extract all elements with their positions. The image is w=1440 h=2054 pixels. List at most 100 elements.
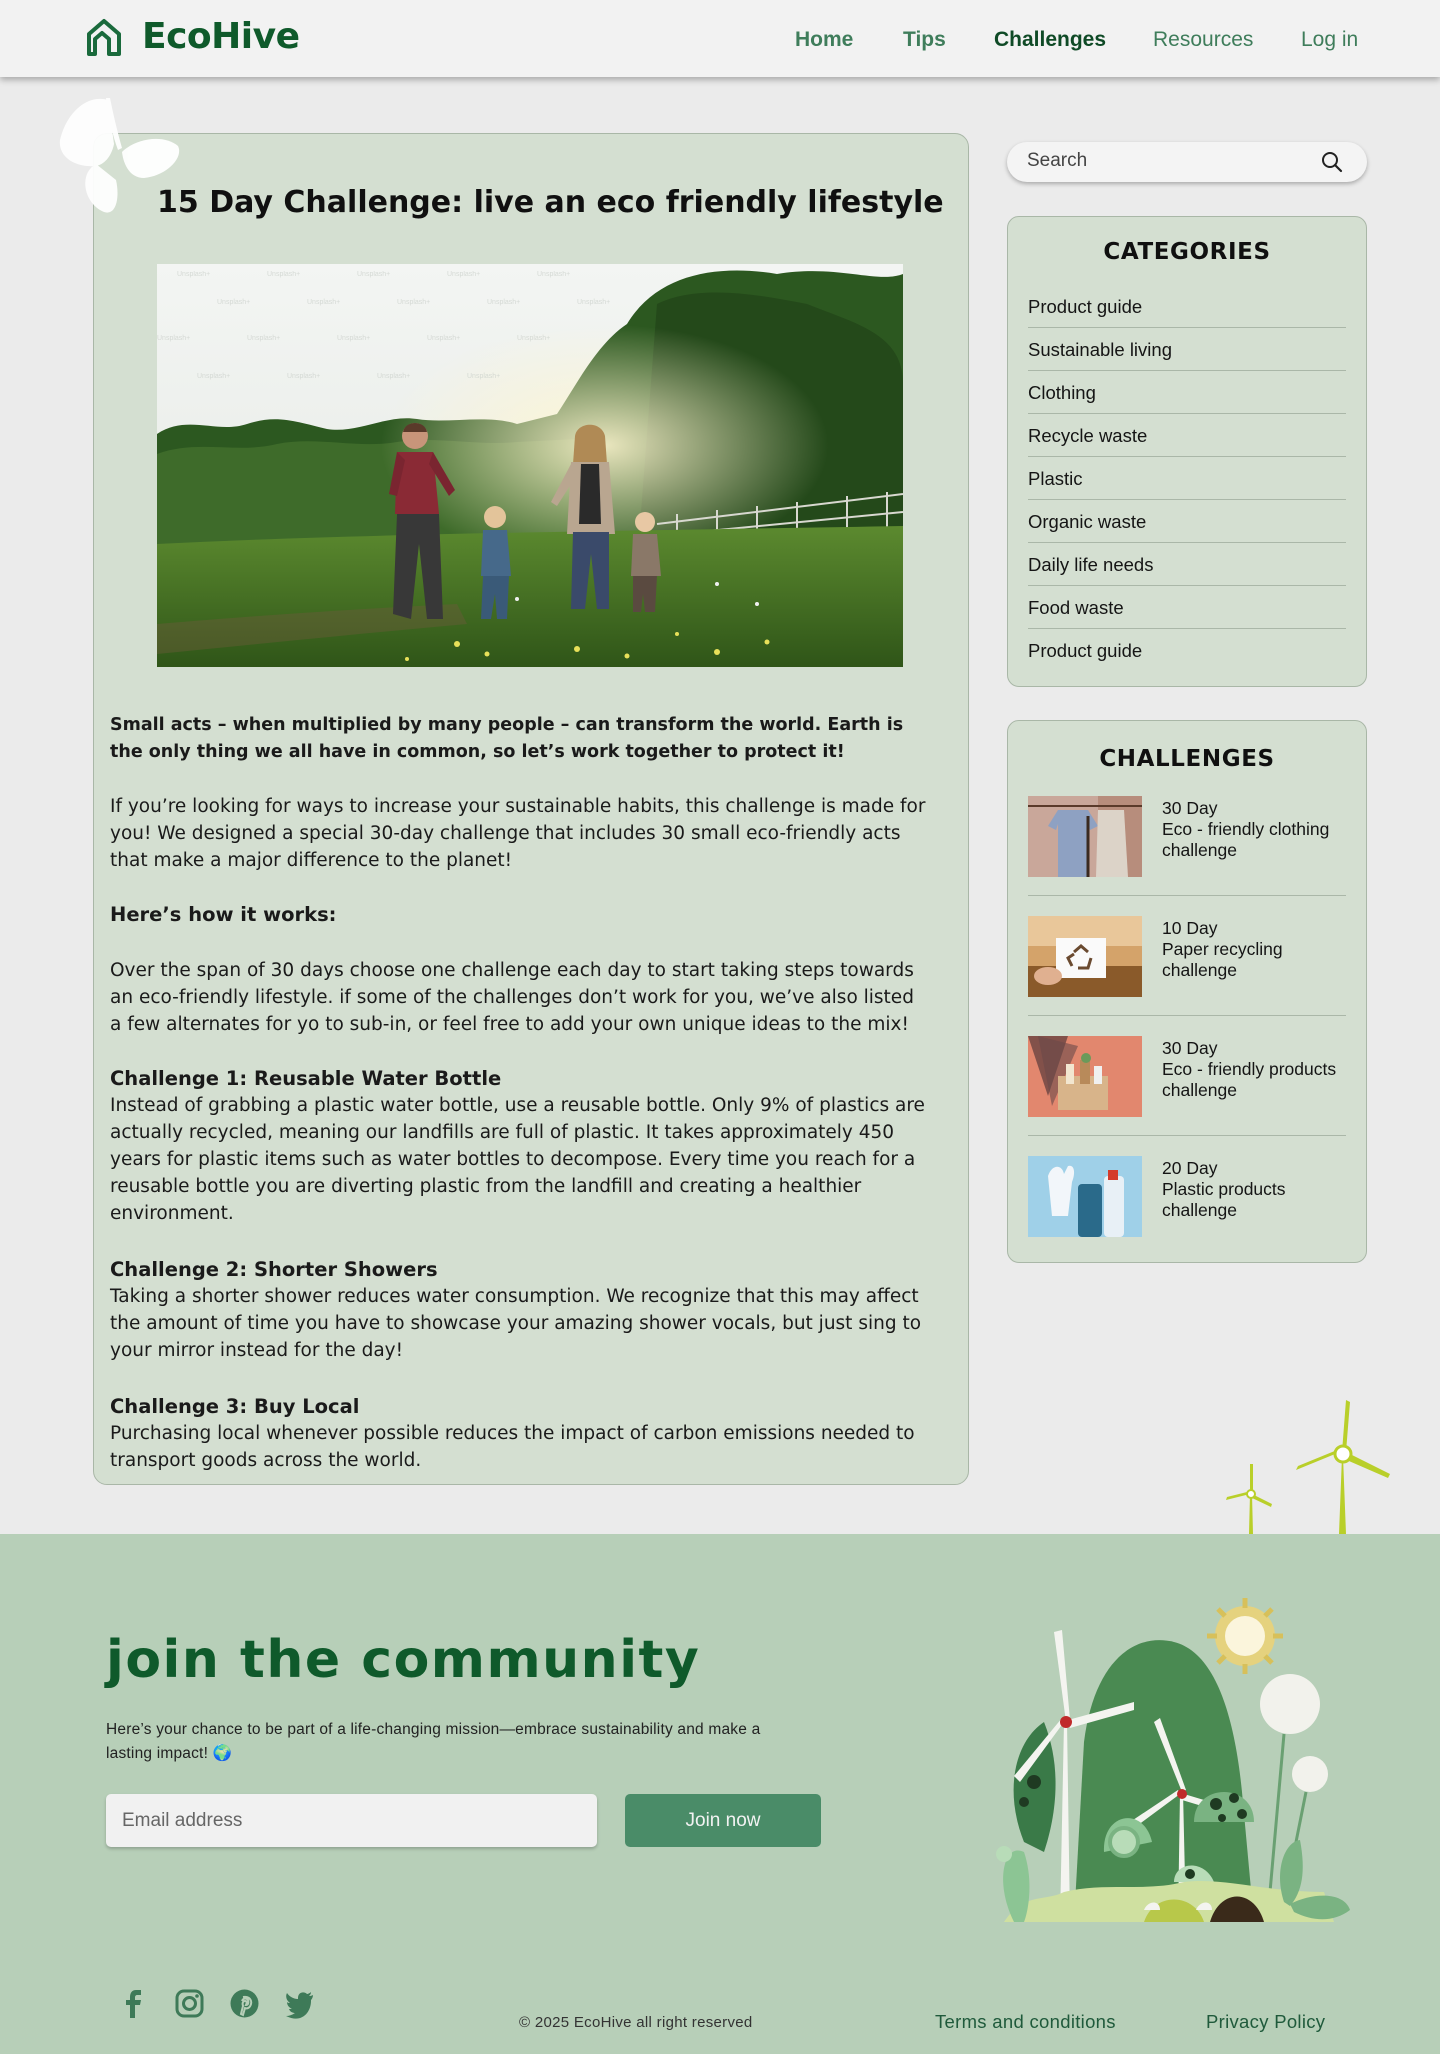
svg-text:Unsplash+: Unsplash+ bbox=[307, 299, 340, 306]
privacy-link[interactable]: Privacy Policy bbox=[1206, 2011, 1325, 2033]
eco-products-thumbnail bbox=[1028, 1036, 1142, 1117]
categories-title: CATEGORIES bbox=[1103, 239, 1271, 265]
category-item[interactable]: Recycle waste bbox=[1028, 414, 1346, 457]
category-item[interactable]: Organic waste bbox=[1028, 500, 1346, 543]
challenges-panel: CHALLENGES 30 Day Eco - friendly clothin… bbox=[1007, 720, 1367, 1263]
challenge-section: Challenge 2: Shorter Showers Taking a sh… bbox=[110, 1256, 930, 1364]
challenge-days: 30 Day bbox=[1162, 1038, 1218, 1058]
email-field[interactable] bbox=[106, 1794, 597, 1847]
svg-text:Unsplash+: Unsplash+ bbox=[397, 299, 430, 306]
instagram-icon[interactable] bbox=[173, 1987, 206, 2020]
article-title: 15 Day Challenge: live an eco friendly l… bbox=[157, 185, 944, 220]
categories-panel: CATEGORIES Product guide Sustainable liv… bbox=[1007, 216, 1367, 687]
how-it-works-text: Over the span of 30 days choose one chal… bbox=[110, 960, 914, 1035]
challenge-text: Purchasing local whenever possible reduc… bbox=[110, 1423, 915, 1471]
eco-illustration bbox=[996, 1598, 1350, 1922]
svg-text:Unsplash+: Unsplash+ bbox=[447, 271, 480, 278]
join-now-button[interactable]: Join now bbox=[625, 1794, 821, 1847]
copyright-text: © 2025 EcoHive all right reserved bbox=[519, 2014, 753, 2031]
search-input[interactable] bbox=[1027, 150, 1307, 172]
challenge-suffix: challenge bbox=[1162, 1200, 1237, 1220]
plastic-products-thumbnail bbox=[1028, 1156, 1142, 1237]
svg-text:Unsplash+: Unsplash+ bbox=[537, 271, 570, 278]
challenge-name: Plastic products bbox=[1162, 1179, 1286, 1199]
category-item[interactable]: Clothing bbox=[1028, 371, 1346, 414]
challenge-name: Eco - friendly clothing bbox=[1162, 819, 1330, 839]
site-footer: join the community Here’s your chance to… bbox=[0, 1534, 1440, 2054]
category-item[interactable]: Plastic bbox=[1028, 457, 1346, 500]
social-links bbox=[118, 1987, 316, 2020]
brand-logo[interactable]: EcoHive bbox=[86, 16, 300, 57]
facebook-icon[interactable] bbox=[118, 1987, 151, 2020]
category-item[interactable]: Product guide bbox=[1028, 285, 1346, 328]
search-icon[interactable] bbox=[1321, 151, 1343, 173]
svg-text:Unsplash+: Unsplash+ bbox=[427, 335, 460, 342]
nav-tips[interactable]: Tips bbox=[903, 28, 946, 52]
twitter-icon[interactable] bbox=[283, 1987, 316, 2020]
svg-text:Unsplash+: Unsplash+ bbox=[217, 299, 250, 306]
nav-home[interactable]: Home bbox=[795, 28, 853, 52]
category-item[interactable]: Food waste bbox=[1028, 586, 1346, 629]
challenge-card-products[interactable]: 30 Day Eco - friendly products challenge bbox=[1028, 1036, 1346, 1136]
category-item[interactable]: Sustainable living bbox=[1028, 328, 1346, 371]
challenge-suffix: challenge bbox=[1162, 960, 1237, 980]
challenge-card-text: 20 Day Plastic products challenge bbox=[1162, 1158, 1362, 1221]
challenge-card-text: 30 Day Eco - friendly products challenge bbox=[1162, 1038, 1362, 1101]
pinterest-icon[interactable] bbox=[228, 1987, 261, 2020]
article-body: Small acts – when multiplied by many peo… bbox=[110, 712, 930, 1484]
svg-text:Unsplash+: Unsplash+ bbox=[487, 299, 520, 306]
article-intro: If you’re looking for ways to increase y… bbox=[110, 796, 926, 871]
community-subtext: Here’s your chance to be part of a life-… bbox=[106, 1721, 761, 1762]
svg-text:Unsplash+: Unsplash+ bbox=[267, 271, 300, 278]
category-item[interactable]: Daily life needs bbox=[1028, 543, 1346, 586]
challenge-name: Paper recycling bbox=[1162, 939, 1283, 959]
clothing-thumbnail bbox=[1028, 796, 1142, 877]
challenge-days: 10 Day bbox=[1162, 918, 1218, 938]
search-bar bbox=[1007, 142, 1367, 182]
challenge-text: Instead of grabbing a plastic water bott… bbox=[110, 1095, 925, 1224]
challenge-days: 30 Day bbox=[1162, 798, 1218, 818]
nav-login[interactable]: Log in bbox=[1301, 28, 1358, 52]
challenge-suffix: challenge bbox=[1162, 840, 1237, 860]
challenges-title: CHALLENGES bbox=[1099, 746, 1275, 772]
site-header: EcoHive Home Tips Challenges Resources L… bbox=[0, 0, 1440, 77]
svg-text:Unsplash+: Unsplash+ bbox=[577, 299, 610, 306]
article-card: 15 Day Challenge: live an eco friendly l… bbox=[93, 133, 969, 1485]
terms-link[interactable]: Terms and conditions bbox=[935, 2011, 1116, 2033]
article-lead: Small acts – when multiplied by many peo… bbox=[110, 715, 904, 762]
how-it-works-heading: Here’s how it works: bbox=[110, 903, 337, 926]
community-heading: join the community bbox=[106, 1630, 701, 1690]
challenge-card-plastic[interactable]: 20 Day Plastic products challenge bbox=[1028, 1156, 1346, 1256]
challenge-section: Challenge 1: Reusable Water Bottle Inste… bbox=[110, 1065, 930, 1227]
wind-turbines-decoration bbox=[1226, 1400, 1390, 1534]
butterfly-decoration bbox=[59, 98, 180, 213]
nav-challenges[interactable]: Challenges bbox=[994, 28, 1106, 52]
house-logo-icon bbox=[87, 18, 121, 56]
challenge-heading: Challenge 3: Buy Local bbox=[110, 1395, 360, 1418]
paper-recycling-thumbnail bbox=[1028, 916, 1142, 997]
challenge-card-clothing[interactable]: 30 Day Eco - friendly clothing challenge bbox=[1028, 796, 1346, 896]
challenge-days: 20 Day bbox=[1162, 1158, 1218, 1178]
challenge-section: Challenge 3: Buy Local Purchasing local … bbox=[110, 1393, 930, 1474]
nav-resources[interactable]: Resources bbox=[1153, 28, 1253, 52]
challenge-text: Taking a shorter shower reduces water co… bbox=[110, 1286, 922, 1361]
svg-text:Unsplash+: Unsplash+ bbox=[197, 373, 230, 380]
categories-list: Product guide Sustainable living Clothin… bbox=[1028, 285, 1346, 672]
svg-text:Unsplash+: Unsplash+ bbox=[287, 373, 320, 380]
challenge-heading: Challenge 1: Reusable Water Bottle bbox=[110, 1067, 502, 1090]
category-item[interactable]: Product guide bbox=[1028, 629, 1346, 672]
challenge-card-text: 10 Day Paper recycling challenge bbox=[1162, 918, 1362, 981]
svg-text:Unsplash+: Unsplash+ bbox=[177, 271, 210, 278]
svg-text:Unsplash+: Unsplash+ bbox=[467, 373, 500, 380]
svg-text:Unsplash+: Unsplash+ bbox=[517, 335, 550, 342]
challenge-card-paper[interactable]: 10 Day Paper recycling challenge bbox=[1028, 916, 1346, 1016]
sun-icon bbox=[1207, 1598, 1283, 1674]
challenge-card-text: 30 Day Eco - friendly clothing challenge bbox=[1162, 798, 1362, 861]
challenge-heading: Challenge 2: Shorter Showers bbox=[110, 1258, 438, 1281]
svg-text:Unsplash+: Unsplash+ bbox=[377, 373, 410, 380]
challenge-suffix: challenge bbox=[1162, 1080, 1237, 1100]
svg-text:Unsplash+: Unsplash+ bbox=[247, 335, 280, 342]
hero-image-family-walking: Unsplash+ Unsplash+ Unsplash+ Unsplash+ Unsp… bbox=[157, 264, 903, 667]
brand-name: EcoHive bbox=[142, 16, 300, 57]
svg-text:Unsplash+: Unsplash+ bbox=[357, 271, 390, 278]
